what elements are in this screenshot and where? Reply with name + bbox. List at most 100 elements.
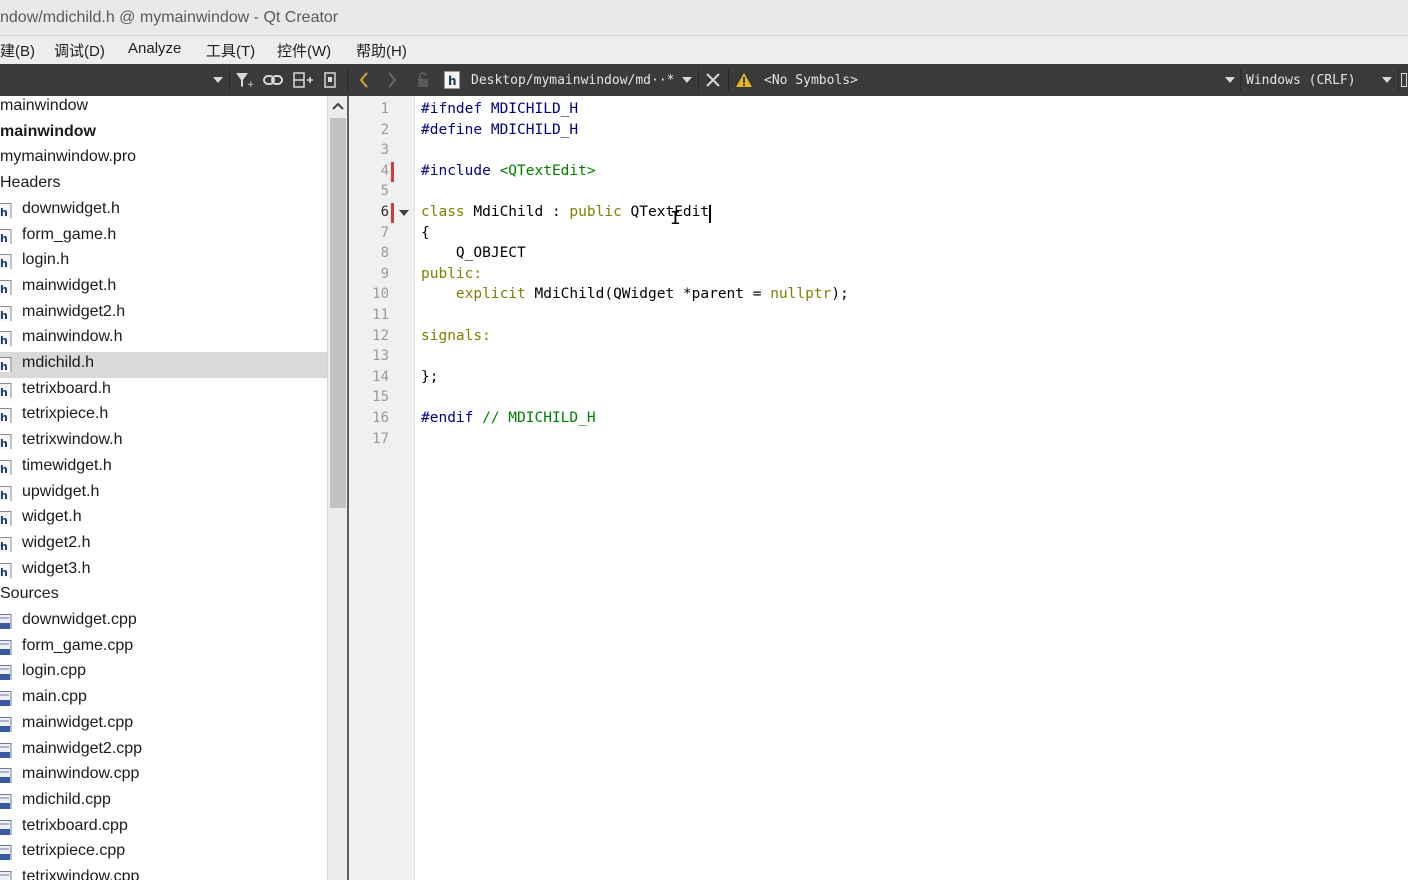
tree-item[interactable]: main.cpp (0, 686, 327, 712)
chevron-up-icon[interactable] (331, 99, 345, 113)
tree-item[interactable]: tetrixwindow.cpp (0, 866, 327, 880)
sidebar-scrollbar[interactable] (327, 96, 347, 880)
tree-item[interactable]: mainwindow (0, 121, 327, 147)
tree-item-label: widget2.h (22, 533, 91, 551)
tree-item-label: mainwidget2.cpp (22, 739, 143, 757)
line-number: 16 (372, 410, 389, 426)
line-number: 3 (380, 142, 389, 159)
tree-item[interactable]: h timewidget.h (0, 455, 327, 481)
lock-icon (418, 72, 428, 87)
tree-item[interactable]: h mainwidget.h (0, 275, 327, 301)
tree-item[interactable]: h login.h (0, 249, 327, 275)
svg-text:h: h (0, 411, 8, 423)
menu-tools[interactable]: 工具(T) (206, 40, 255, 61)
tree-item-label: login.h (22, 251, 70, 269)
code-line[interactable]: #define MDICHILD_H (421, 122, 578, 138)
menu-controls[interactable]: 控件(W) (277, 40, 331, 61)
code-line[interactable]: signals: (421, 328, 491, 344)
split-button[interactable] (290, 64, 316, 96)
line-number: 17 (372, 430, 389, 447)
tree-item[interactable]: h downwidget.h (0, 198, 327, 224)
line-number: 4 (380, 162, 389, 179)
tree-item[interactable]: h mainwidget2.h (0, 301, 327, 327)
lock-button[interactable] (412, 64, 434, 96)
tree-item-label: widget.h (22, 508, 82, 526)
tree-item[interactable]: form_game.cpp (0, 635, 327, 661)
svg-text:h: h (0, 232, 8, 244)
menu-analyze[interactable]: Analyze (128, 40, 181, 57)
header-file-icon: h (0, 202, 12, 218)
close-sidebar-button[interactable] (320, 64, 340, 96)
cpp-file-icon (0, 819, 12, 835)
symbols-dropdown[interactable] (1221, 64, 1239, 96)
tree-item[interactable]: Sources (0, 583, 327, 609)
code-line[interactable]: class MdiChild : public QTextEdit (421, 204, 709, 220)
tree-item[interactable]: h widget.h (0, 506, 327, 532)
tree-item[interactable]: tetrixboard.cpp (0, 815, 327, 841)
line-ending-selector[interactable]: Windows (CRLF) (1246, 64, 1376, 96)
tree-item[interactable]: Headers (0, 172, 327, 198)
tree-item[interactable]: h widget3.h (0, 558, 327, 584)
tree-item[interactable]: mainwidget.cpp (0, 712, 327, 738)
code-line[interactable]: #ifndef MDICHILD_H (421, 101, 578, 117)
tree-item-label: downwidget.cpp (22, 611, 137, 628)
code-line[interactable]: { (421, 225, 430, 241)
line-ending-dropdown[interactable] (1378, 64, 1396, 96)
close-document-button[interactable] (702, 64, 724, 96)
split-editor-icon[interactable] (1400, 64, 1408, 96)
line-number: 13 (372, 348, 389, 365)
menu-help[interactable]: 帮助(H) (356, 40, 407, 61)
svg-text:h: h (0, 437, 8, 449)
tree-item[interactable]: h widget2.h (0, 532, 327, 558)
code-line[interactable]: }; (421, 369, 438, 385)
scrollbar-thumb[interactable] (330, 118, 346, 508)
line-number: 7 (380, 224, 389, 241)
svg-text:h: h (0, 566, 8, 578)
menu-debug[interactable]: 调试(D) (54, 40, 105, 61)
filter-button[interactable]: + (232, 64, 256, 96)
tree-item[interactable]: h tetrixpiece.h (0, 403, 327, 429)
code-line[interactable]: #include <QTextEdit> (421, 163, 596, 179)
tree-item-label: timewidget.h (22, 456, 112, 474)
tree-item[interactable]: tetrixpiece.cpp (0, 840, 327, 866)
code-editor[interactable]: #ifndef MDICHILD_H #define MDICHILD_H #inc… (415, 96, 1408, 880)
tree-item-label: tetrixpiece.cpp (22, 842, 126, 860)
navigate-back-button[interactable] (352, 64, 376, 96)
tree-item-label: form_game.h (22, 225, 117, 243)
document-dropdown[interactable] (678, 64, 696, 96)
tree-item[interactable]: h tetrixboard.h (0, 378, 327, 404)
navigate-forward-button[interactable] (380, 64, 404, 96)
symbols-selector[interactable]: <No Symbols> (764, 64, 964, 96)
header-file-icon: h (0, 408, 12, 424)
tree-item[interactable]: mainwindow.cpp (0, 763, 327, 789)
open-document-selector[interactable]: Desktop/mymainwindow/md··* (471, 64, 677, 96)
sidebar-view-dropdown[interactable] (208, 64, 228, 96)
code-line[interactable]: explicit MdiChild(QWidget *parent = null… (421, 286, 849, 302)
tree-item-label: tetrixwindow.cpp (22, 868, 140, 880)
tree-item[interactable]: h form_game.h (0, 224, 327, 250)
line-number: 11 (372, 307, 389, 323)
line-number: 5 (380, 183, 389, 200)
code-line[interactable]: public: (421, 266, 482, 282)
menu-build[interactable]: 建(B) (0, 40, 35, 61)
fold-arrow-icon[interactable] (399, 210, 409, 216)
tree-item[interactable]: h tetrixwindow.h (0, 429, 327, 455)
tree-item[interactable]: downwidget.cpp (0, 609, 327, 635)
code-line[interactable]: #endif // MDICHILD_H (421, 410, 596, 426)
tree-item[interactable]: login.cpp (0, 660, 327, 686)
tree-item[interactable]: h mdichild.h (0, 352, 327, 378)
tree-item[interactable]: h upwidget.h (0, 481, 327, 507)
code-line[interactable]: Q_OBJECT (421, 245, 526, 261)
header-file-icon: h (0, 434, 12, 450)
tree-item[interactable]: mdichild.cpp (0, 789, 327, 815)
tree-item-label: mymainwindow.pro (0, 148, 137, 166)
sync-link-button[interactable] (260, 64, 286, 96)
tree-item[interactable]: mainwidget2.cpp (0, 738, 327, 764)
tree-item[interactable]: h mainwindow.h (0, 326, 327, 352)
tree-item[interactable]: mainwindow (0, 96, 327, 121)
cpp-file-icon (0, 793, 12, 809)
header-file-icon: h (0, 485, 12, 501)
tree-item[interactable]: mymainwindow.pro (0, 146, 327, 172)
chevron-down-icon (1382, 77, 1392, 83)
svg-text:h: h (0, 206, 8, 218)
